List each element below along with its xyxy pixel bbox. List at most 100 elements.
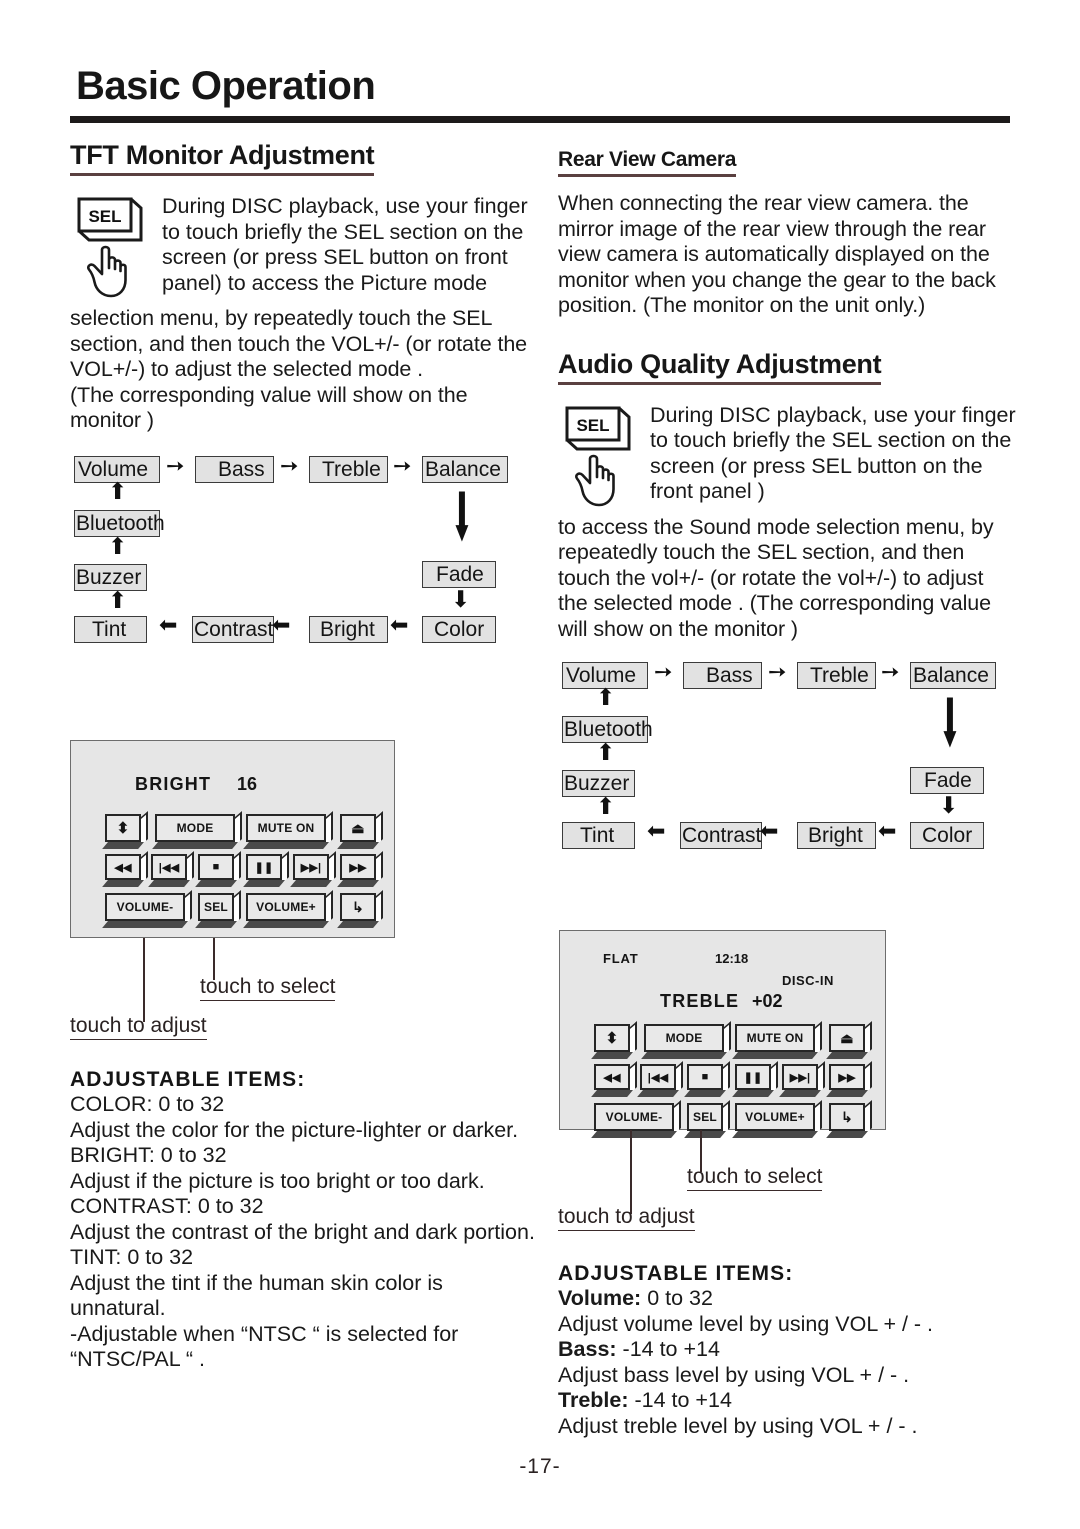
arrow-right-icon: ➙ <box>654 659 673 684</box>
right-panel-pause-button[interactable]: ❚❚ <box>732 1061 778 1097</box>
flow-node-color-label: Color <box>922 824 973 847</box>
rear-view-camera-text: When connecting the rear view camera. th… <box>558 191 996 317</box>
callout-touch-to-adjust-right: touch to adjust <box>558 1205 695 1231</box>
arrow-up-icon: ⬆ <box>596 793 616 819</box>
left-adjustable-heading: ADJUSTABLE ITEMS: <box>70 1068 306 1091</box>
arrow-up-icon: ⬆ <box>108 532 128 559</box>
right-panel-status-time: 12:18 <box>715 951 749 966</box>
right-panel-eject-button[interactable]: ⏏ <box>826 1021 872 1059</box>
arrow-down-icon: ⬇ <box>939 792 959 818</box>
right-panel-enter-button[interactable]: ↳ <box>826 1100 872 1138</box>
manual-page: Basic Operation TFT Monitor Adjustment S… <box>0 0 1080 1529</box>
left-panel-previous-button[interactable]: |◀◀ <box>148 851 194 887</box>
arrow-left-icon: ⬅ <box>272 611 291 637</box>
arrow-down-icon: ⬇ <box>939 684 961 762</box>
flow-node-contrast-label: Contrast <box>682 824 762 847</box>
left-adj-item: TINT: 0 to 32 <box>70 1245 194 1269</box>
right-panel-updown-button[interactable]: ⬍ <box>591 1021 637 1059</box>
right-panel-fastforward-button[interactable]: ▶▶ <box>826 1061 872 1097</box>
left-panel-fastforward-button[interactable]: ▶▶ <box>337 851 383 887</box>
section-title-tft-monitor: TFT Monitor Adjustment <box>70 140 375 176</box>
page-title: Basic Operation <box>76 64 376 108</box>
left-column: TFT Monitor Adjustment SEL During DISC p… <box>70 140 535 643</box>
sel-instruction-block-right: SEL During DISC playback, use your finge… <box>558 403 1018 515</box>
right-panel-volume-plus-button[interactable]: VOLUME+ <box>732 1100 822 1138</box>
right-adjustable-items-block: ADJUSTABLE ITEMS: Volume: 0 to 32 Adjust… <box>558 1262 1023 1439</box>
left-panel-enter-button[interactable]: ↳ <box>337 890 383 928</box>
right-panel-rewind-button[interactable]: ◀◀ <box>591 1061 637 1097</box>
left-panel-sel-button[interactable]: SEL <box>195 890 241 928</box>
pointing-hand-icon <box>572 451 624 509</box>
flow-node-treble-label: Treble <box>810 664 869 687</box>
callout-touch-to-select-right: touch to select <box>687 1165 823 1191</box>
page-number: -17- <box>519 1455 561 1478</box>
right-panel-display-value: +02 <box>752 991 783 1011</box>
left-panel-volume-minus-button[interactable]: VOLUME- <box>102 890 192 928</box>
arrow-right-icon: ➙ <box>166 452 185 478</box>
section-title-rear-view-camera: Rear View Camera <box>558 148 736 177</box>
arrow-left-icon: ⬅ <box>760 818 779 843</box>
arrow-left-icon: ⬅ <box>390 611 409 637</box>
right-adjustable-heading: ADJUSTABLE ITEMS: <box>558 1262 794 1285</box>
left-panel-volume-plus-button[interactable]: VOLUME+ <box>243 890 333 928</box>
right-panel-stop-button[interactable]: ■ <box>684 1061 730 1097</box>
section-title-audio-quality: Audio Quality Adjustment <box>558 349 882 385</box>
left-panel-mode-button[interactable]: MODE <box>152 811 242 849</box>
right-column: Rear View Camera When connecting the rea… <box>558 140 1018 849</box>
left-panel-stop-button[interactable]: ■ <box>195 851 241 887</box>
flow-node-bass-label: Bass <box>706 664 753 687</box>
flow-node-tint-label: Tint <box>580 824 615 847</box>
left-adj-item: CONTRAST: 0 to 32 <box>70 1194 264 1218</box>
callout-touch-to-adjust-left: touch to adjust <box>70 1014 207 1040</box>
right-panel-mode-button[interactable]: MODE <box>641 1021 731 1059</box>
right-adj-range-volume: 0 to 32 <box>641 1286 713 1310</box>
svg-text:SEL: SEL <box>88 207 121 226</box>
right-panel-volume-minus-button[interactable]: VOLUME- <box>591 1100 681 1138</box>
left-adj-item: Adjust the contrast of the bright and da… <box>70 1219 535 1244</box>
right-panel-previous-button[interactable]: |◀◀ <box>637 1061 683 1097</box>
right-adj-label-volume: Volume: <box>558 1286 642 1310</box>
flow-node-fade-label: Fade <box>436 562 484 586</box>
svg-text:SEL: SEL <box>576 416 609 435</box>
left-panel-updown-button[interactable]: ⬍ <box>102 811 148 849</box>
arrow-up-icon: ⬆ <box>108 477 128 504</box>
right-panel-next-button[interactable]: ▶▶| <box>779 1061 825 1097</box>
flow-node-bass-label: Bass <box>218 457 265 481</box>
right-panel-display-mode: TREBLE <box>660 991 740 1011</box>
arrow-up-icon: ⬆ <box>596 684 616 710</box>
left-panel-rewind-button[interactable]: ◀◀ <box>102 851 148 887</box>
right-panel-mute-button[interactable]: MUTE ON <box>732 1021 822 1059</box>
right-panel-sel-button[interactable]: SEL <box>684 1100 730 1138</box>
arrow-down-icon: ⬇ <box>451 478 473 555</box>
arrow-up-icon: ⬆ <box>108 586 128 613</box>
callout-connector-adjust-left <box>143 938 145 1022</box>
arrow-left-icon: ⬅ <box>647 818 666 843</box>
arrow-right-icon: ➙ <box>393 452 412 478</box>
arrow-left-icon: ⬅ <box>878 818 897 843</box>
left-panel-next-button[interactable]: ▶▶| <box>290 851 336 887</box>
left-adj-item: BRIGHT: 0 to 32 <box>70 1143 227 1167</box>
tft-flow-diagram: Volume ➙ Bass ➙ Treble ➙ Balance ⬆ Bluet… <box>70 450 525 643</box>
right-panel-status-flat: FLAT <box>603 951 639 966</box>
left-adj-item: Adjust if the picture is too bright or t… <box>70 1168 485 1193</box>
sel-instruction-block-left: SEL During DISC playback, use your finge… <box>70 194 535 306</box>
sel-key-icon: SEL <box>564 405 631 450</box>
tft-intro-continued: selection menu, by repeatedly touch the … <box>70 306 528 432</box>
right-adj-item-treble: Treble: -14 to +14 <box>558 1388 1023 1414</box>
left-panel-display-value: 16 <box>237 774 258 794</box>
left-device-panel: BRIGHT 16 ⬍ MODE MUTE ON ⏏ ◀◀ |◀◀ ■ ❚❚ ▶… <box>70 740 395 938</box>
sel-instruction-text-right: During DISC playback, use your finger to… <box>650 402 1016 504</box>
left-panel-eject-button[interactable]: ⏏ <box>337 811 383 849</box>
right-adj-desc-treble: Adjust treble level by using VOL + / - . <box>558 1413 918 1438</box>
callout-connector-select-left <box>213 938 215 980</box>
left-adj-item: Adjust the color for the picture-lighter… <box>70 1117 519 1142</box>
title-divider <box>70 116 1010 123</box>
right-adj-desc-volume: Adjust volume level by using VOL + / - . <box>558 1311 934 1336</box>
audio-flow-diagram: Volume ➙ Bass ➙ Treble ➙ Balance ⬆ Bluet… <box>558 656 1013 849</box>
left-panel-mute-button[interactable]: MUTE ON <box>243 811 333 849</box>
arrow-right-icon: ➙ <box>280 452 299 478</box>
callout-touch-to-select-left: touch to select <box>200 975 336 1001</box>
left-panel-pause-button[interactable]: ❚❚ <box>243 851 289 887</box>
left-adj-item: COLOR: 0 to 32 <box>70 1092 225 1116</box>
flow-node-color-label: Color <box>434 617 485 641</box>
